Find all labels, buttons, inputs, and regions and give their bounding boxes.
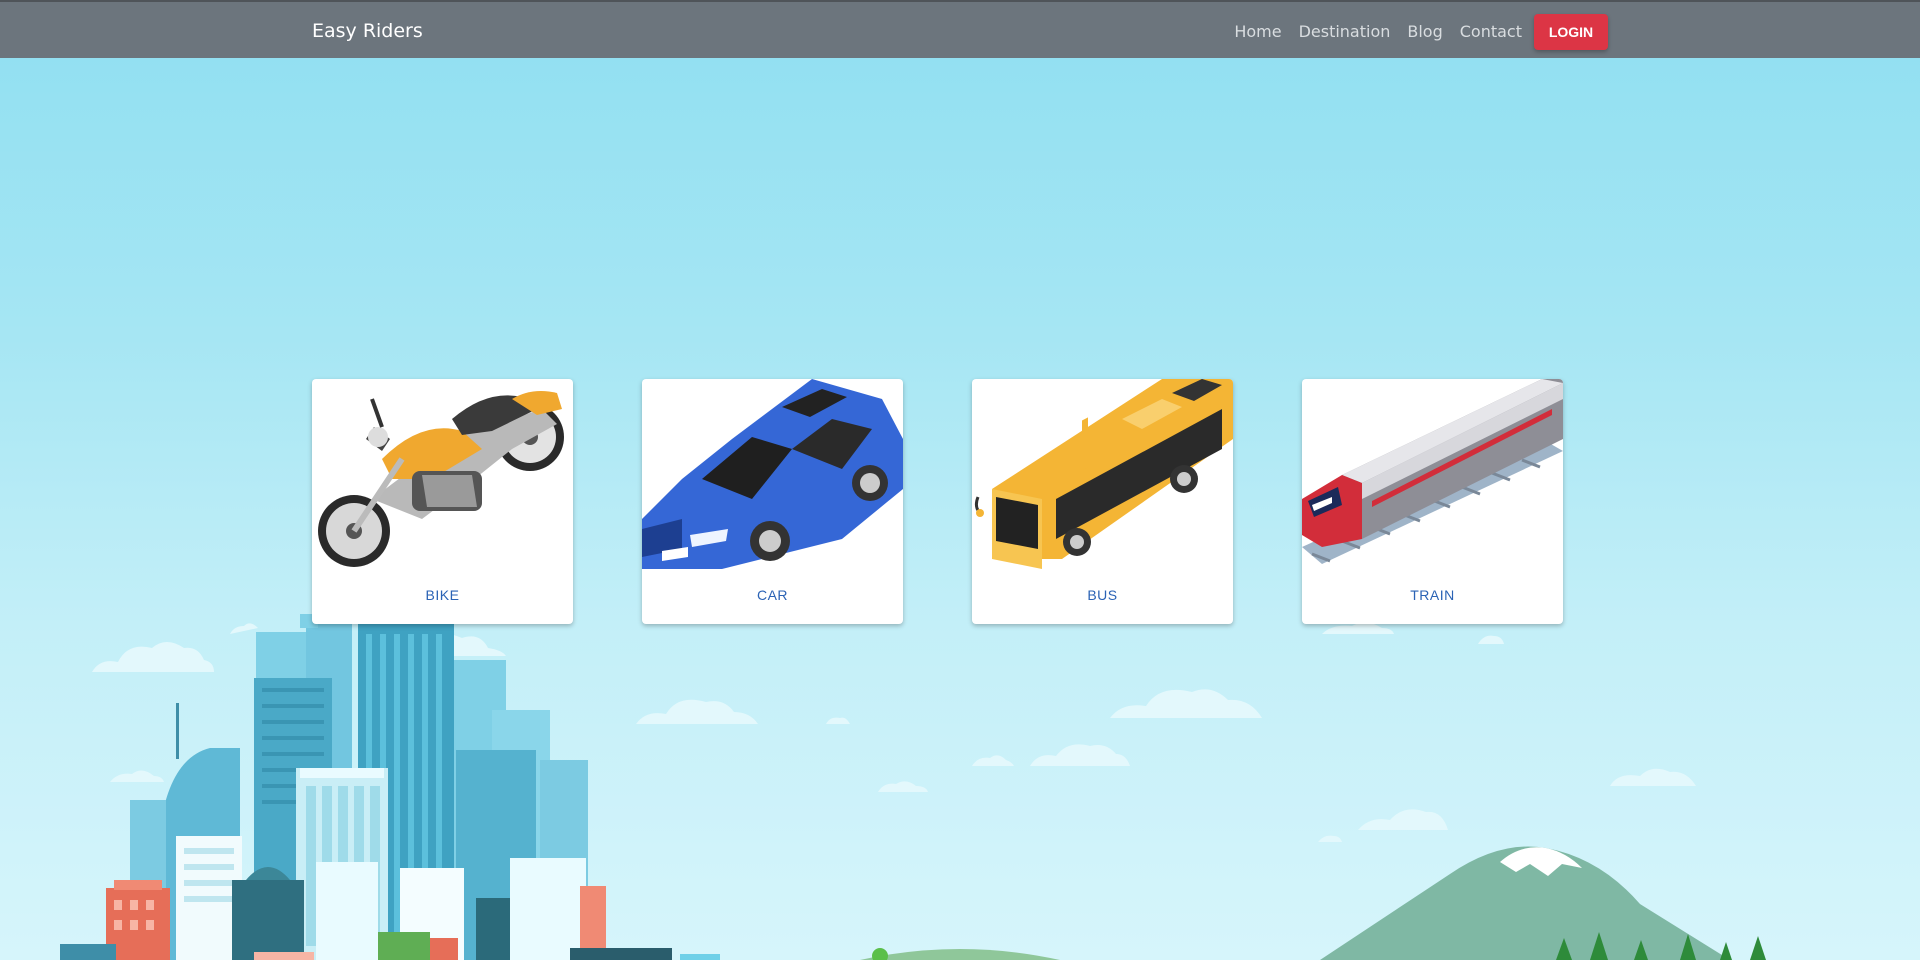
bus-image [972,379,1233,569]
cloud [1318,835,1342,842]
background-scene [60,614,1766,960]
motorcycle-icon [318,391,564,567]
cloud [92,642,214,672]
transport-card-bike[interactable]: BIKE [312,379,573,624]
card-label: TRAIN [1410,587,1455,603]
card-label: BUS [1087,587,1118,603]
cloud [1030,744,1130,766]
cloud [1478,635,1504,644]
transport-card-car[interactable]: CAR [642,379,903,624]
car-icon [642,379,903,569]
train-image [1302,379,1563,569]
card-label: CAR [756,587,789,603]
cloud [1110,689,1262,718]
cloud [826,717,850,724]
nav-link-blog[interactable]: Blog [1407,22,1442,41]
nav-link-home[interactable]: Home [1234,22,1281,41]
cloud [972,755,1014,766]
navbar: Easy Riders Home Destination Blog Contac… [0,0,1920,58]
login-button[interactable]: LOGIN [1534,14,1608,50]
cloud [230,623,258,634]
cloud [1610,768,1696,786]
cloud [110,770,164,782]
nav-link-destination[interactable]: Destination [1299,22,1391,41]
transport-card-train[interactable]: TRAIN [1302,379,1563,624]
transport-card-bus[interactable]: BUS [972,379,1233,624]
cloud [636,699,758,724]
train-icon [1302,379,1563,564]
nav-link-contact[interactable]: Contact [1460,22,1522,41]
cloud [878,781,928,792]
motorcycle-image [312,379,573,569]
nav-links: Home Destination Blog Contact [1234,2,1522,60]
brand-logo[interactable]: Easy Riders [312,20,423,42]
car-image [642,379,903,569]
cloud [1322,622,1394,634]
cloud [1358,809,1448,830]
bus-icon [974,379,1233,569]
card-label: BIKE [425,587,460,603]
